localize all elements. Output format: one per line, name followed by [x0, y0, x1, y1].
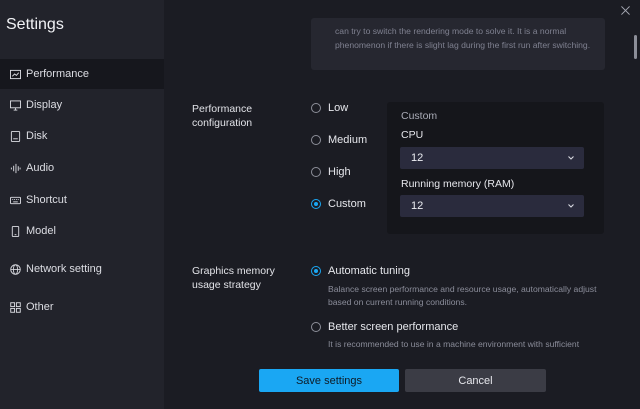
chevron-down-icon — [568, 156, 574, 160]
chevron-down-icon — [568, 204, 574, 208]
sidebar-item-label: Model — [26, 225, 56, 237]
chart-icon — [9, 68, 21, 80]
sidebar-item-label: Display — [26, 99, 63, 111]
sidebar-item-shortcut[interactable]: Shortcut — [0, 185, 164, 215]
sidebar-item-display[interactable]: Display — [0, 90, 164, 120]
performance-config-label: Performance configuration — [192, 103, 253, 129]
cancel-button[interactable]: Cancel — [405, 369, 546, 392]
close-button[interactable] — [618, 3, 632, 17]
custom-panel-title: Custom — [401, 110, 438, 122]
ram-label: Running memory (RAM) — [401, 178, 515, 190]
scrollbar-thumb[interactable] — [634, 35, 637, 59]
sidebar-item-label: Other — [26, 301, 54, 313]
sidebar-item-audio[interactable]: Audio — [0, 153, 164, 183]
sidebar-item-label: Disk — [26, 130, 48, 142]
cpu-select[interactable]: 12 — [400, 147, 584, 169]
notice-box: can try to switch the rendering mode to … — [311, 18, 605, 70]
disk-icon — [9, 130, 21, 142]
globe-icon — [9, 263, 21, 275]
sidebar-item-label: Network setting — [26, 263, 102, 275]
radio-indicator[interactable] — [311, 167, 321, 177]
ram-select-value: 12 — [411, 200, 424, 212]
cpu-select-value: 12 — [411, 152, 424, 164]
app-title: Settings — [6, 16, 64, 33]
radio-high[interactable]: High — [311, 166, 351, 178]
ram-select[interactable]: 12 — [400, 195, 584, 217]
better-screen-performance-desc: It is recommended to use in a machine en… — [328, 339, 580, 349]
sidebar-item-disk[interactable]: Disk — [0, 121, 164, 151]
sidebar-item-label: Performance — [26, 68, 89, 80]
audio-icon — [9, 162, 21, 174]
save-settings-button[interactable]: Save settings — [259, 369, 399, 392]
sidebar-item-network-setting[interactable]: Network setting — [0, 254, 164, 284]
graphics-memory-label: Graphics memory usage strategy — [192, 265, 275, 291]
radio-custom[interactable]: Custom — [311, 198, 366, 210]
phone-icon — [9, 225, 21, 237]
sidebar-item-model[interactable]: Model — [0, 216, 164, 246]
sidebar-item-performance[interactable]: Performance — [0, 59, 164, 89]
close-icon — [620, 5, 630, 15]
radio-indicator-checked[interactable] — [311, 199, 321, 209]
automatic-tuning-desc: Balance screen performance and resource … — [328, 284, 597, 307]
radio-indicator[interactable] — [311, 322, 321, 332]
sidebar-item-label: Shortcut — [26, 194, 67, 206]
radio-indicator[interactable] — [311, 103, 321, 113]
monitor-icon — [9, 99, 21, 111]
radio-indicator-checked[interactable] — [311, 266, 321, 276]
sidebar-item-other[interactable]: Other — [0, 292, 164, 322]
custom-panel: Custom CPU 12 Running memory (RAM) 12 — [387, 102, 604, 234]
grid-icon — [9, 301, 21, 313]
keyboard-icon — [9, 194, 21, 206]
radio-better-screen-performance[interactable]: Better screen performance — [311, 321, 458, 333]
sidebar-item-label: Audio — [26, 162, 55, 174]
radio-low[interactable]: Low — [311, 102, 348, 114]
notice-text: can try to switch the rendering mode to … — [335, 25, 591, 51]
radio-indicator[interactable] — [311, 135, 321, 145]
sidebar: Settings Performance Display Disk Audio … — [0, 0, 164, 409]
radio-medium[interactable]: Medium — [311, 134, 367, 146]
radio-automatic-tuning[interactable]: Automatic tuning — [311, 265, 410, 277]
cpu-label: CPU — [401, 129, 424, 141]
